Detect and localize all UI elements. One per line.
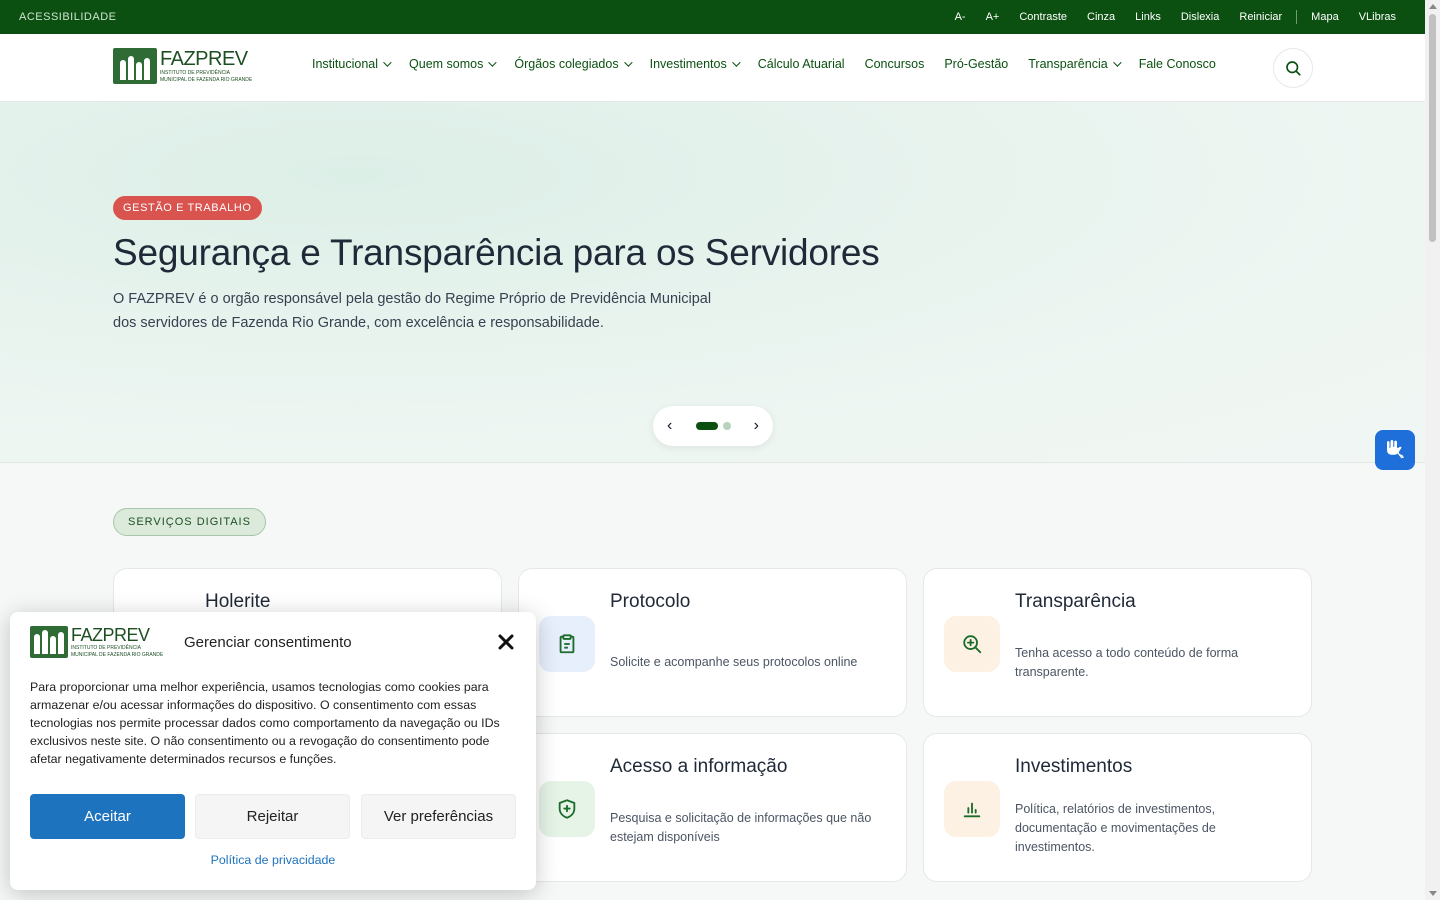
main-nav: Institucional Quem somos Órgãos colegiad… xyxy=(312,57,1226,71)
divider xyxy=(1296,10,1298,24)
accessibility-title: ACESSIBILIDADE xyxy=(19,11,117,23)
logo-subtitle-1: INSTITUTO DE PREVIDÊNCIA xyxy=(160,70,230,76)
service-card-title: Protocolo xyxy=(610,591,691,612)
zoom-in-icon xyxy=(944,616,1000,672)
logo-subtitle-1: INSTITUTO DE PREVIDÊNCIA xyxy=(71,645,141,651)
hero-category-badge: GESTÃO E TRABALHO xyxy=(113,196,262,220)
service-card-acesso-informacao[interactable]: Acesso a informação Pesquisa e solicitaç… xyxy=(518,733,907,882)
carousel-dot-1[interactable] xyxy=(695,422,718,430)
cookie-dialog-text: Para proporcionar uma melhor experiência… xyxy=(30,680,500,766)
services-section-badge: SERVIÇOS DIGITAIS xyxy=(113,508,266,536)
service-card-title: Holerite xyxy=(205,591,271,612)
scroll-up-arrow[interactable] xyxy=(1429,4,1437,9)
logo-subtitle-2: MUNICIPAL DE FAZENDA RIO GRANDE xyxy=(160,77,253,83)
nav-calculo-atuarial[interactable]: Cálculo Atuarial xyxy=(748,57,855,71)
nav-pro-gestao[interactable]: Pró-Gestão xyxy=(934,57,1018,71)
highlight-links-link[interactable]: Links xyxy=(1125,11,1171,23)
font-increase-link[interactable]: A+ xyxy=(976,11,1010,23)
chevron-down-icon xyxy=(1112,58,1122,67)
service-card-description: Tenha acesso a todo conteúdo de forma tr… xyxy=(1015,646,1239,679)
nav-transparencia[interactable]: Transparência xyxy=(1018,57,1128,71)
service-card-protocolo[interactable]: Protocolo Solicite e acompanhe seus prot… xyxy=(518,568,907,717)
scroll-thumb[interactable] xyxy=(1429,14,1436,242)
logo-people-icon xyxy=(113,48,157,84)
chevron-down-icon xyxy=(731,58,741,67)
logo-people-icon xyxy=(30,626,68,658)
cookie-dialog-title: Gerenciar consentimento xyxy=(184,634,352,651)
logo-name: FAZPREV xyxy=(160,48,248,70)
preferences-button[interactable]: Ver preferências xyxy=(361,794,516,839)
privacy-policy-link[interactable]: Política de privacidade xyxy=(10,853,536,867)
clipboard-icon xyxy=(539,616,595,672)
contrast-link[interactable]: Contraste xyxy=(1009,11,1077,23)
nav-orgaos-colegiados[interactable]: Órgãos colegiados xyxy=(504,57,639,71)
scroll-down-arrow[interactable] xyxy=(1429,891,1437,896)
reject-button[interactable]: Rejeitar xyxy=(195,794,350,839)
chevron-down-icon xyxy=(623,58,633,67)
service-card-description: Solicite e acompanhe seus protocolos onl… xyxy=(610,655,858,669)
service-card-transparencia[interactable]: Transparência Tenha acesso a todo conteú… xyxy=(923,568,1312,717)
nav-quem-somos[interactable]: Quem somos xyxy=(399,57,504,71)
carousel-next-button[interactable]: › xyxy=(754,417,759,435)
chevron-down-icon xyxy=(488,58,498,67)
sitemap-link[interactable]: Mapa xyxy=(1301,11,1349,23)
service-card-description: Pesquisa e solicitação de informações qu… xyxy=(610,811,872,844)
site-logo[interactable]: FAZPREV INSTITUTO DE PREVIDÊNCIA MUNICIP… xyxy=(113,48,252,84)
font-decrease-link[interactable]: A- xyxy=(945,11,976,23)
accessibility-bar: ACESSIBILIDADE A- A+ Contraste Cinza Lin… xyxy=(0,0,1425,34)
search-icon xyxy=(1286,61,1301,76)
accessibility-links: A- A+ Contraste Cinza Links Dislexia Rei… xyxy=(945,10,1406,24)
logo-name: FAZPREV xyxy=(71,625,150,645)
search-button[interactable] xyxy=(1273,48,1313,88)
carousel-dot-2[interactable] xyxy=(722,422,731,430)
bar-chart-icon xyxy=(944,781,1000,837)
carousel-dots xyxy=(695,422,731,430)
service-card-investimentos[interactable]: Investimentos Política, relatórios de in… xyxy=(923,733,1312,882)
dyslexia-link[interactable]: Dislexia xyxy=(1171,11,1230,23)
cookie-consent-dialog: FAZPREV INSTITUTO DE PREVIDÊNCIA MUNICIP… xyxy=(10,612,536,890)
shield-plus-icon xyxy=(539,781,595,837)
close-icon[interactable] xyxy=(496,632,516,652)
grayscale-link[interactable]: Cinza xyxy=(1077,11,1125,23)
vlibras-widget-button[interactable] xyxy=(1375,430,1415,470)
vlibras-link[interactable]: VLibras xyxy=(1349,11,1406,23)
nav-institucional[interactable]: Institucional xyxy=(312,57,399,71)
carousel-prev-button[interactable]: ‹ xyxy=(667,417,672,435)
reset-link[interactable]: Reiniciar xyxy=(1229,11,1292,23)
nav-fale-conosco[interactable]: Fale Conosco xyxy=(1129,57,1226,71)
accept-button[interactable]: Aceitar xyxy=(30,794,185,839)
carousel-controls: ‹ › xyxy=(653,406,773,446)
site-header: FAZPREV INSTITUTO DE PREVIDÊNCIA MUNICIP… xyxy=(0,34,1425,102)
hero-title: Segurança e Transparência para os Servid… xyxy=(113,232,880,273)
chevron-down-icon xyxy=(383,58,392,67)
nav-concursos[interactable]: Concursos xyxy=(855,57,935,71)
logo-subtitle-2: MUNICIPAL DE FAZENDA RIO GRANDE xyxy=(71,652,164,658)
cookie-logo: FAZPREV INSTITUTO DE PREVIDÊNCIA MUNICIP… xyxy=(30,626,163,658)
service-card-title: Transparência xyxy=(1015,591,1136,612)
hero-banner: GESTÃO E TRABALHO Segurança e Transparên… xyxy=(0,102,1425,463)
page-scrollbar[interactable] xyxy=(1425,0,1440,900)
service-card-description: Política, relatórios de investimentos, d… xyxy=(1015,802,1216,854)
service-card-title: Acesso a informação xyxy=(610,756,788,777)
nav-investimentos[interactable]: Investimentos xyxy=(640,57,748,71)
hero-description: O FAZPREV é o orgão responsável pela ges… xyxy=(113,291,712,331)
service-card-title: Investimentos xyxy=(1015,756,1133,777)
sign-language-icon xyxy=(1387,440,1404,459)
